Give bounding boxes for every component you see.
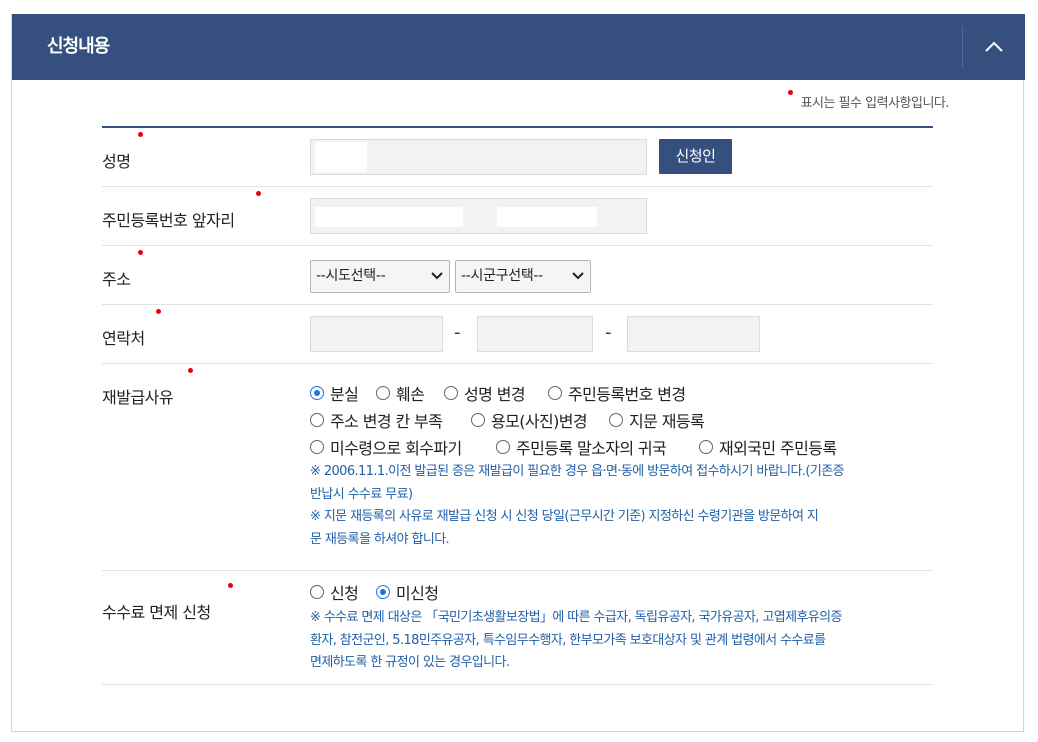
radio-unchecked-icon [310, 413, 324, 427]
sigungu-select-value: --시군구선택-- [461, 268, 543, 284]
reason-radio-damaged[interactable]: 훼손 [376, 381, 425, 405]
resident-number-input[interactable] [310, 198, 647, 234]
radio-label: 주민등록 말소자의 귀국 [516, 439, 667, 458]
panel-header: 신청내용 [12, 14, 1025, 80]
radio-unchecked-icon [376, 386, 390, 400]
reason-radio-photo-change[interactable]: 용모(사진)변경 [471, 408, 588, 432]
radio-unchecked-icon [310, 585, 324, 599]
note-line: ※ 2006.11.1.이전 발급된 증은 재발급이 필요한 경우 읍·면·동에… [310, 464, 845, 479]
radio-unchecked-icon [310, 440, 324, 454]
label-name-text: 성명 [102, 152, 131, 171]
label-name: 성명 [102, 132, 143, 172]
label-fee-exemption: 수수료 면제 신청 [102, 583, 233, 623]
radio-label: 용모(사진)변경 [491, 412, 588, 431]
required-dot-icon [228, 583, 233, 588]
chevron-up-icon [985, 41, 1003, 52]
note-line: 환자, 참전군인, 5.18민주유공자, 특수임무수행자, 한부모가족 보호대상… [310, 632, 826, 648]
radio-label: 미수령으로 회수파기 [330, 439, 462, 458]
radio-label: 신청 [330, 584, 359, 603]
radio-label: 재외국민 주민등록 [719, 439, 837, 458]
radio-label: 미신청 [396, 584, 439, 603]
sido-select-value: --시도선택-- [316, 268, 386, 284]
radio-label: 훼손 [396, 385, 425, 404]
note-line: 면제하도록 한 규정이 있는 경우입니다. [310, 655, 510, 670]
radio-label: 지문 재등록 [629, 412, 705, 431]
masked-value [497, 207, 597, 227]
required-note: 표시는 필수 입력사항입니다. [787, 90, 950, 111]
radio-checked-icon [310, 386, 324, 400]
fee-radio-apply[interactable]: 신청 [310, 580, 359, 604]
label-address: 주소 [102, 250, 143, 290]
required-dot-icon [188, 368, 193, 373]
required-dot-icon [138, 132, 143, 137]
radio-checked-icon [376, 585, 390, 599]
radio-label: 주소 변경 칸 부족 [330, 412, 443, 431]
required-dot-icon [787, 90, 793, 95]
row-reason: 재발급사유 분실 훼손 성명 변경 주민등록번호 변경 주소 변경 칸 부족 용… [102, 364, 933, 571]
radio-unchecked-icon [496, 440, 510, 454]
required-dot-icon [138, 250, 143, 255]
label-contact-text: 연락처 [102, 329, 145, 348]
note-line: 문 재등록을 하셔야 합니다. [310, 531, 450, 547]
label-resident-number-text: 주민등록번호 앞자리 [102, 211, 235, 230]
chevron-down-icon [431, 272, 443, 280]
row-fee-exemption: 수수료 면제 신청 신청 미신청 ※ 수수료 면제 대상은 「국민기초생활보장법… [102, 571, 933, 685]
radio-unchecked-icon [609, 413, 623, 427]
masked-value [315, 207, 463, 227]
reason-radio-rrn-change[interactable]: 주민등록번호 변경 [548, 381, 686, 405]
reason-radio-uncollected[interactable]: 미수령으로 회수파기 [310, 435, 462, 459]
chevron-down-icon [572, 272, 584, 280]
radio-unchecked-icon [699, 440, 713, 454]
required-dot-icon [256, 191, 261, 196]
note-line: ※ 지문 재등록의 사유로 재발급 신청 시 신청 당일(근무시간 기준) 지정… [310, 509, 819, 524]
reason-notes: ※ 2006.11.1.이전 발급된 증은 재발급이 필요한 경우 읍·면·동에… [310, 461, 932, 551]
masked-value [315, 142, 367, 172]
collapse-button[interactable] [963, 14, 1025, 80]
required-dot-icon [156, 309, 161, 314]
reason-radio-name-change[interactable]: 성명 변경 [444, 381, 526, 405]
note-line: ※ 수수료 면제 대상은 「국민기초생활보장법」에 따른 수급자, 독립유공자,… [310, 610, 842, 625]
fee-notes: ※ 수수료 면제 대상은 「국민기초생활보장법」에 따른 수급자, 독립유공자,… [310, 607, 932, 675]
label-fee-exemption-text: 수수료 면제 신청 [102, 603, 211, 622]
sido-select[interactable]: --시도선택-- [310, 260, 450, 293]
contact-input-1[interactable] [310, 316, 443, 352]
reason-radio-fingerprint[interactable]: 지문 재등록 [609, 408, 705, 432]
panel-title: 신청내용 [47, 36, 110, 57]
radio-unchecked-icon [471, 413, 485, 427]
label-reason: 재발급사유 [102, 368, 193, 408]
applicant-button[interactable]: 신청인 [659, 139, 732, 174]
note-line: 반납시 수수료 무료) [310, 486, 413, 502]
row-name: 성명 신청인 [102, 128, 933, 187]
label-resident-number: 주민등록번호 앞자리 [102, 191, 261, 231]
radio-label: 분실 [330, 385, 359, 404]
contact-separator: - [605, 322, 612, 343]
row-contact: 연락처 - - [102, 305, 933, 364]
label-contact: 연락처 [102, 309, 161, 349]
reason-radio-address-space[interactable]: 주소 변경 칸 부족 [310, 408, 443, 432]
radio-label: 주민등록번호 변경 [568, 385, 686, 404]
row-address: 주소 --시도선택-- --시군구선택-- [102, 246, 933, 305]
contact-input-2[interactable] [477, 316, 593, 352]
radio-unchecked-icon [444, 386, 458, 400]
reason-radio-return[interactable]: 주민등록 말소자의 귀국 [496, 435, 667, 459]
label-address-text: 주소 [102, 270, 131, 289]
contact-separator: - [454, 322, 461, 343]
fee-radio-not-apply[interactable]: 미신청 [376, 580, 439, 604]
required-note-text: 표시는 필수 입력사항입니다. [800, 96, 950, 111]
radio-label: 성명 변경 [464, 385, 526, 404]
contact-input-3[interactable] [627, 316, 760, 352]
reason-radio-lost[interactable]: 분실 [310, 381, 359, 405]
radio-unchecked-icon [548, 386, 562, 400]
row-resident-number: 주민등록번호 앞자리 [102, 187, 933, 246]
label-reason-text: 재발급사유 [102, 388, 174, 407]
name-input[interactable] [310, 139, 647, 175]
reason-radio-overseas[interactable]: 재외국민 주민등록 [699, 435, 837, 459]
sigungu-select[interactable]: --시군구선택-- [455, 260, 591, 293]
